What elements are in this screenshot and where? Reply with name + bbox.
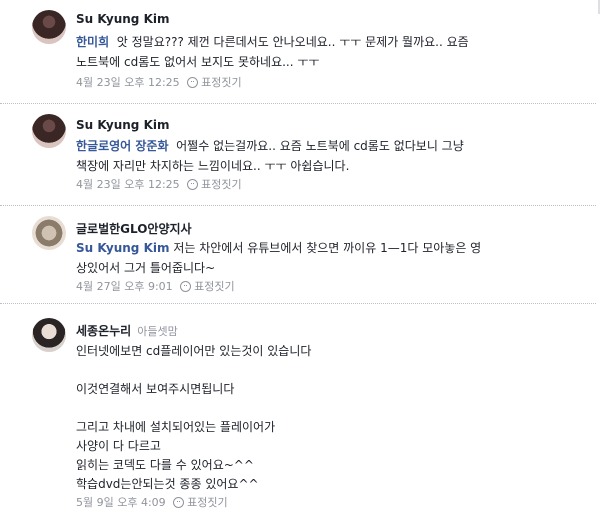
author-name[interactable]: 세종온누리 xyxy=(76,324,131,338)
comment-body: 인터넷에보면 cd플레이어만 있는것이 있습니다 이것연결해서 보여주시면됩니다… xyxy=(76,342,311,494)
comment-text-line: 노트북에 cd롬도 없어서 보지도 못하네요... ㅜㅜ xyxy=(76,55,320,69)
author-badge: 아들셋맘 xyxy=(137,325,178,338)
comment-author[interactable]: 글로벌한GLO안양지사 xyxy=(76,220,192,237)
comment-meta: 5월 9일 오후 4:09 표정짓기 xyxy=(76,494,228,510)
react-button[interactable]: 표정짓기 xyxy=(194,280,234,293)
comment-item: 세종온누리 아들셋맘 인터넷에보면 cd플레이어만 있는것이 있습니다 이것연결해… xyxy=(0,304,596,518)
avatar[interactable] xyxy=(32,114,66,148)
react-button[interactable]: 표정짓기 xyxy=(201,178,241,191)
avatar[interactable] xyxy=(32,216,66,250)
comment-text-line: 책장에 자리만 차지하는 느낌이네요.. ㅜㅜ 아쉽습니다. xyxy=(76,159,350,173)
comment-author[interactable]: Su Kyung Kim xyxy=(76,118,170,132)
comment-meta: 4월 23일 오후 12:25 표정짓기 xyxy=(76,176,242,192)
mention-link[interactable]: 한글로영어 장준화 xyxy=(76,139,169,153)
avatar[interactable] xyxy=(32,318,66,352)
comment-text-line: 저는 차안에서 유튜브에서 찾으면 까이유 1—1다 모아놓은 영 xyxy=(173,241,482,255)
comment-text-line: 이것연결해서 보여주시면됩니다 xyxy=(76,382,235,396)
comment-text-line: 사양이 다 다르고 xyxy=(76,439,161,453)
comment-text-line: 어쩔수 없는걸까요.. 요즘 노트북에 cd롬도 없다보니 그냥 xyxy=(176,139,464,153)
comment-text-line: 인터넷에보면 cd플레이어만 있는것이 있습니다 xyxy=(76,344,312,358)
react-button[interactable]: 표정짓기 xyxy=(201,76,241,89)
react-button[interactable]: 표정짓기 xyxy=(187,496,227,509)
smiley-icon[interactable] xyxy=(187,179,199,190)
smiley-icon[interactable] xyxy=(187,77,199,88)
timestamp[interactable]: 4월 23일 오후 12:25 xyxy=(76,178,180,191)
comment-text-line: 상있어서 그거 틀어줍니다~ xyxy=(76,261,216,275)
mention-link[interactable]: 한미희 xyxy=(76,35,109,49)
comment-body: 한미희 앗 정말요??? 제껀 다른데서도 안나오네요.. ㅜㅜ 문제가 뭘까요… xyxy=(76,32,469,72)
comment-body: Su Kyung Kim 저는 차안에서 유튜브에서 찾으면 까이유 1—1다 … xyxy=(76,238,481,278)
mention-link[interactable]: Su Kyung Kim xyxy=(76,241,170,255)
comment-text-line: 그리고 차내에 설치되어있는 플레이어가 xyxy=(76,420,276,434)
comment-body: 한글로영어 장준화 어쩔수 없는걸까요.. 요즘 노트북에 cd롬도 없다보니 … xyxy=(76,136,464,176)
comment-text-line: 읽히는 코덱도 다를 수 있어요~^^ xyxy=(76,458,254,472)
smiley-icon[interactable] xyxy=(180,281,192,292)
comment-meta: 4월 23일 오후 12:25 표정짓기 xyxy=(76,74,242,90)
comment-meta: 4월 27일 오후 9:01 표정짓기 xyxy=(76,278,235,294)
comment-item: Su Kyung Kim 한글로영어 장준화 어쩔수 없는걸까요.. 요즘 노트… xyxy=(0,104,596,206)
comment-author[interactable]: Su Kyung Kim xyxy=(76,12,170,26)
comment-item: 글로벌한GLO안양지사 Su Kyung Kim 저는 차안에서 유튜브에서 찾… xyxy=(0,206,596,304)
timestamp[interactable]: 4월 23일 오후 12:25 xyxy=(76,76,180,89)
comment-text-line: 학습dvd는안되는것 종종 있어요^^ xyxy=(76,477,259,491)
comment-item: Su Kyung Kim 한미희 앗 정말요??? 제껀 다른데서도 안나오네요… xyxy=(0,0,596,104)
timestamp[interactable]: 5월 9일 오후 4:09 xyxy=(76,496,166,509)
avatar[interactable] xyxy=(32,10,66,44)
smiley-icon[interactable] xyxy=(173,497,185,508)
timestamp[interactable]: 4월 27일 오후 9:01 xyxy=(76,280,173,293)
comment-author: 세종온누리 아들셋맘 xyxy=(76,322,178,339)
comment-text-line: 앗 정말요??? 제껀 다른데서도 안나오네요.. ㅜㅜ 문제가 뭘까요.. 요… xyxy=(116,35,469,49)
